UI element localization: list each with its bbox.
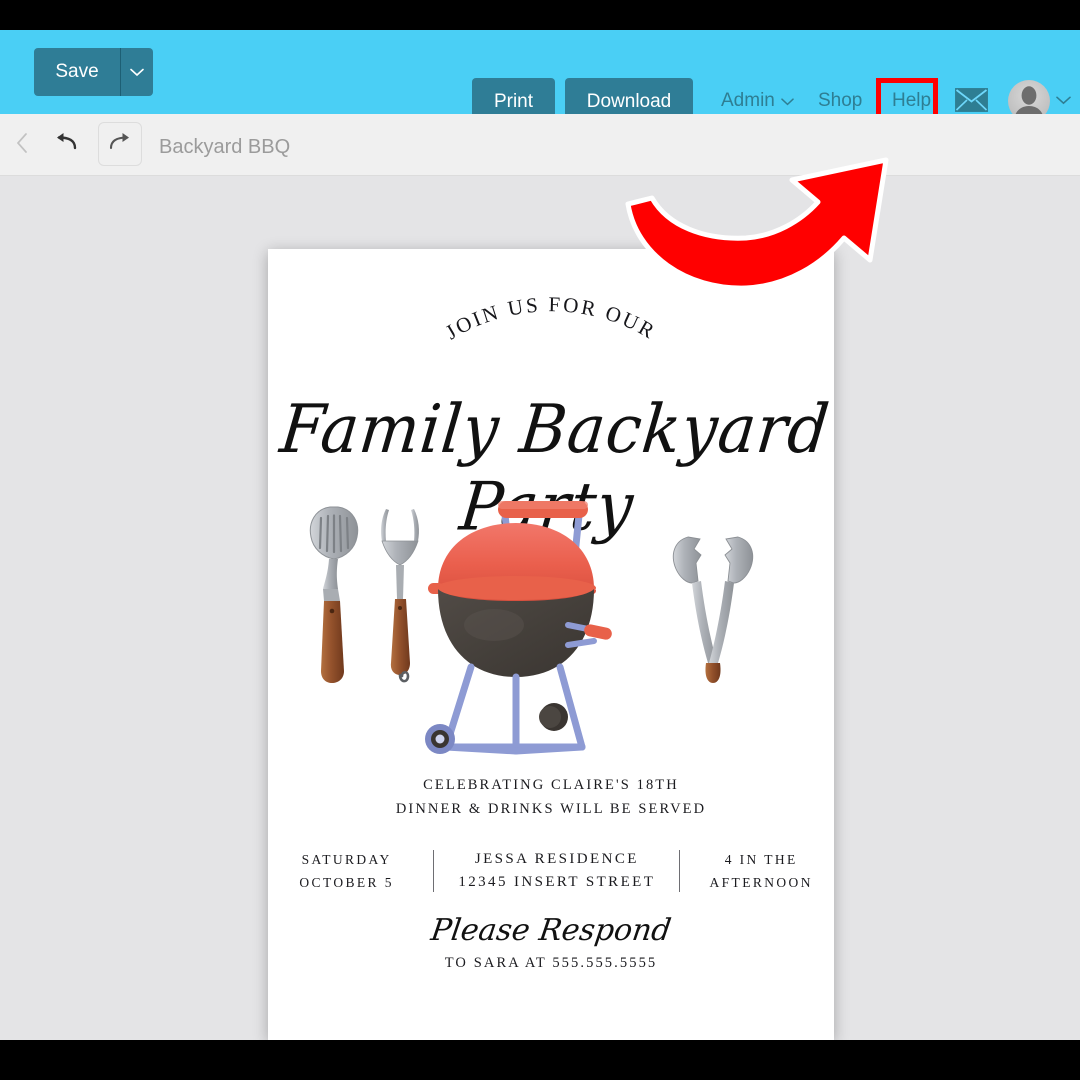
nav-item-shop[interactable]: Shop <box>818 90 862 112</box>
info-time-line1: 4 IN THE <box>724 852 798 867</box>
info-time-line2: AFTERNOON <box>709 875 813 890</box>
nav-item-help-label: Help <box>892 90 932 111</box>
chevron-down-icon <box>130 68 144 77</box>
arched-heading: JOIN US FOR OUR <box>268 289 834 399</box>
spatula-and-fork-illustration <box>309 506 419 683</box>
undo-button[interactable] <box>50 128 82 160</box>
application-window: Save Print Download Admin Shop Help Back… <box>0 30 1080 1040</box>
redo-arrow-icon <box>107 132 133 157</box>
letterbox-bottom <box>0 1040 1080 1080</box>
info-column-date: SATURDAY OCTOBER 5 <box>268 848 425 894</box>
top-navigation-bar: Save Print Download Admin Shop Help <box>0 30 1080 126</box>
info-location-line2: 12345 INSERT STREET <box>458 874 656 890</box>
info-date-line1: SATURDAY <box>301 852 392 867</box>
letterbox-top <box>0 0 1080 30</box>
avatar-dropdown-toggle[interactable] <box>1056 92 1071 110</box>
save-button-group[interactable]: Save <box>34 48 153 96</box>
back-button[interactable] <box>8 130 36 160</box>
bbq-artwork <box>268 485 834 755</box>
invitation-card[interactable]: JOIN US FOR OUR Family Backyard Party <box>268 249 834 1040</box>
svg-text:JOIN US FOR OUR: JOIN US FOR OUR <box>441 292 660 344</box>
undo-arrow-icon <box>53 132 79 157</box>
arched-heading-text: JOIN US FOR OUR <box>441 292 658 344</box>
detail-line-2: DINNER & DRINKS WILL BE SERVED <box>395 801 707 817</box>
nav-item-admin-label: Admin <box>721 90 775 111</box>
card-info-row: SATURDAY OCTOBER 5 JESSA RESIDENCE 12345… <box>268 845 834 897</box>
chevron-down-icon <box>781 90 794 112</box>
save-button[interactable]: Save <box>34 48 120 96</box>
editor-toolbar: Backyard BBQ <box>0 114 1080 176</box>
rsvp-script-heading: Please Respond <box>428 913 674 948</box>
bbq-kettle-grill-illustration <box>425 501 612 755</box>
document-title[interactable]: Backyard BBQ <box>159 136 290 159</box>
envelope-icon[interactable] <box>955 88 988 112</box>
info-divider-right <box>679 850 681 892</box>
nav-item-admin[interactable]: Admin <box>721 90 794 112</box>
detail-line-1: CELEBRATING CLAIRE'S 18TH <box>423 777 679 793</box>
info-divider-left <box>433 850 435 892</box>
nav-item-help[interactable]: Help <box>892 90 931 112</box>
bbq-tongs-illustration <box>672 536 754 683</box>
redo-button[interactable] <box>98 122 142 166</box>
editor-canvas: JOIN US FOR OUR Family Backyard Party <box>0 177 1080 1040</box>
info-location-line1: JESSA RESIDENCE <box>474 851 639 867</box>
info-column-location: JESSA RESIDENCE 12345 INSERT STREET <box>442 848 671 894</box>
info-column-time: 4 IN THE AFTERNOON <box>688 848 834 894</box>
chevron-left-icon <box>16 132 28 158</box>
rsvp-contact-line: TO SARA AT 555.555.5555 <box>444 955 658 971</box>
nav-item-shop-label: Shop <box>818 90 863 111</box>
info-date-line2: OCTOBER 5 <box>299 875 394 890</box>
save-dropdown-toggle[interactable] <box>120 48 153 96</box>
card-detail-lines: CELEBRATING CLAIRE'S 18TH DINNER & DRINK… <box>268 773 834 821</box>
